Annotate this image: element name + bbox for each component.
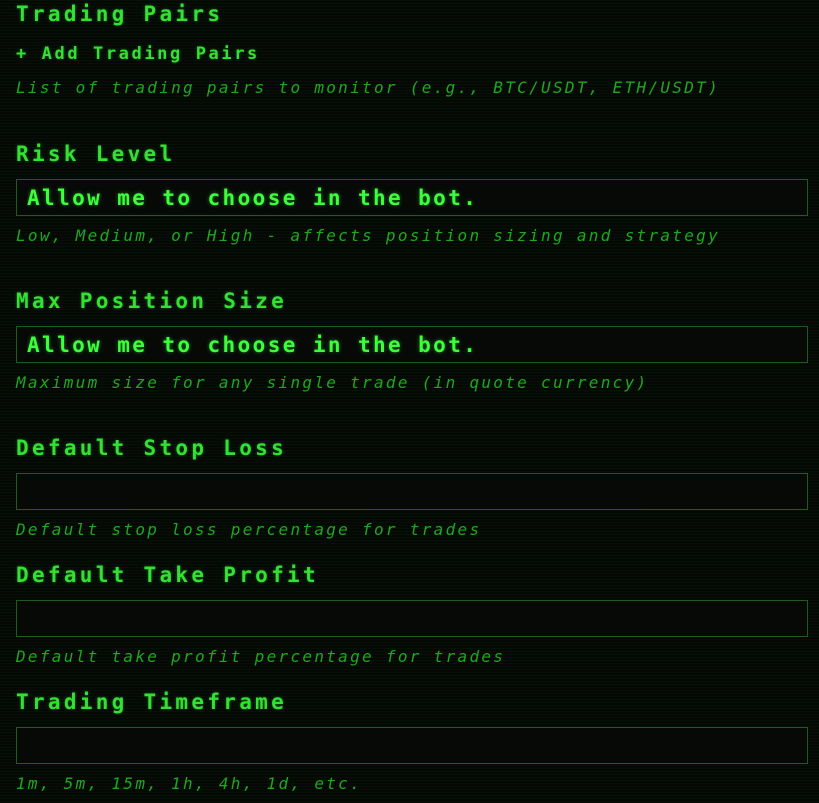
default-take-profit-label: Default Take Profit — [16, 563, 319, 587]
max-position-size-help: Maximum size for any single trade (in qu… — [16, 373, 649, 392]
max-position-size-input[interactable] — [16, 326, 808, 363]
trading-timeframe-label: Trading Timeframe — [16, 690, 288, 714]
trading-pairs-label: Trading Pairs — [16, 2, 224, 26]
default-stop-loss-label: Default Stop Loss — [16, 436, 288, 460]
trading-pairs-help: List of trading pairs to monitor (e.g., … — [16, 78, 721, 97]
default-stop-loss-help: Default stop loss percentage for trades — [16, 520, 482, 539]
max-position-size-label: Max Position Size — [16, 289, 288, 313]
risk-level-input[interactable] — [16, 179, 808, 216]
trading-timeframe-help: 1m, 5m, 15m, 1h, 4h, 1d, etc. — [16, 774, 363, 793]
default-take-profit-help: Default take profit percentage for trade… — [16, 647, 506, 666]
default-take-profit-input[interactable] — [16, 600, 808, 637]
add-trading-pairs-button[interactable]: + Add Trading Pairs — [16, 44, 260, 64]
trading-timeframe-input[interactable] — [16, 727, 808, 764]
trading-settings-form: Trading Pairs + Add Trading Pairs List o… — [0, 0, 819, 803]
default-stop-loss-input[interactable] — [16, 473, 808, 510]
risk-level-label: Risk Level — [16, 142, 176, 166]
risk-level-help: Low, Medium, or High - affects position … — [16, 226, 721, 245]
